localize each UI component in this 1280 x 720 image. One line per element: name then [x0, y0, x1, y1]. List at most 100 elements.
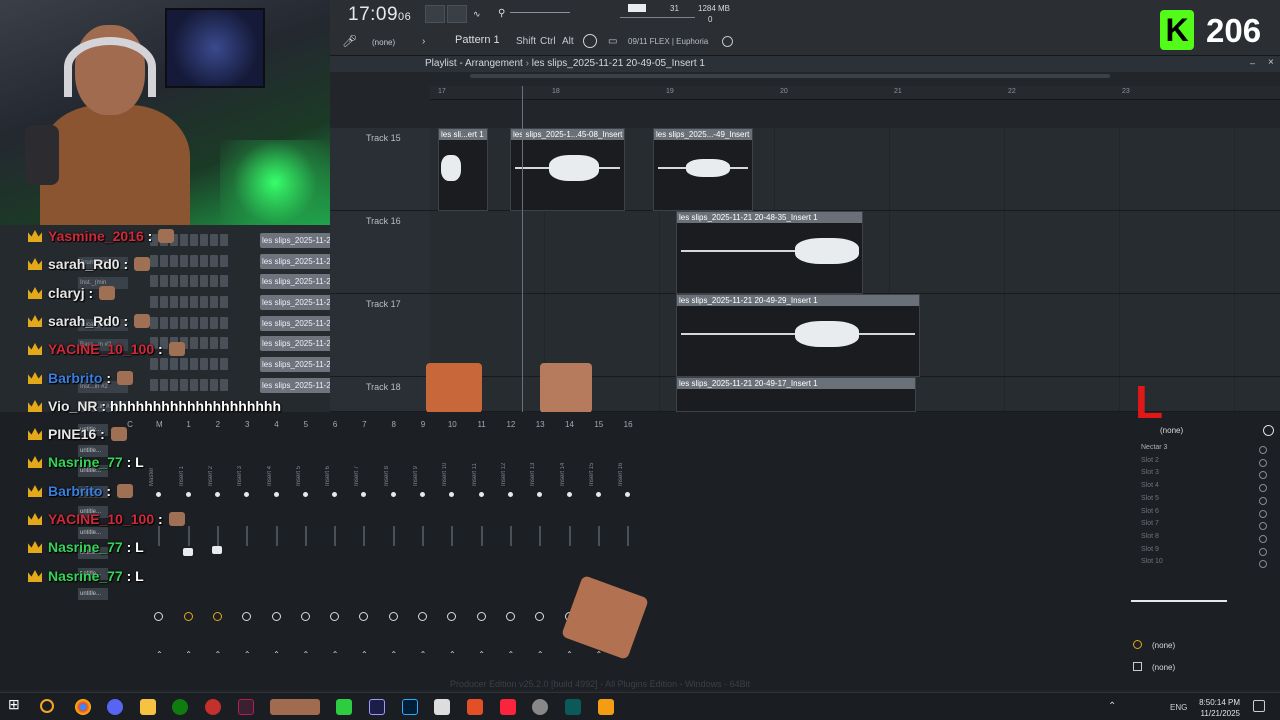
fx-mix-slider[interactable] [1131, 600, 1227, 602]
fx-slot[interactable]: Slot 2 [1133, 457, 1273, 469]
fx-header[interactable]: (none) [1133, 425, 1278, 438]
mixer-led[interactable] [625, 492, 631, 497]
fx-enable-toggle[interactable] [1259, 471, 1267, 480]
close-icon[interactable]: × [1268, 57, 1274, 68]
pattern-mode-toggle[interactable] [447, 5, 467, 23]
mixer-led[interactable] [361, 492, 367, 497]
mixer-led[interactable] [390, 492, 396, 497]
mixer-track-label[interactable]: Insert 14 [560, 450, 580, 486]
fx-enable-toggle[interactable] [1259, 522, 1267, 531]
mixer-fader[interactable] [568, 526, 571, 546]
chrome-icon[interactable] [75, 699, 91, 715]
wave-icon[interactable]: ∿ [473, 9, 481, 20]
route-preset[interactable]: (none) [1133, 662, 1175, 672]
mixer-fader[interactable] [480, 526, 483, 546]
mixer-led[interactable] [420, 492, 425, 497]
fx-slot[interactable]: Slot 3 [1133, 469, 1273, 481]
fx-enable-toggle[interactable] [1259, 509, 1267, 518]
route-arrow-icon[interactable]: ⌃ [359, 650, 369, 659]
play-arrow-icon[interactable]: › [422, 36, 425, 47]
mic-icon[interactable]: 🎤︎ [342, 34, 357, 48]
brave-icon[interactable] [467, 699, 483, 715]
mixer-track-label[interactable]: Insert 15 [589, 450, 609, 486]
shift-key[interactable]: Shift [516, 36, 536, 47]
metronome-icon[interactable]: ⚲ [498, 8, 505, 19]
mixer-fader[interactable] [539, 526, 542, 546]
audio-clip[interactable]: les sli...ert 1 [438, 128, 488, 211]
mixer-track-label[interactable]: Insert 13 [530, 450, 550, 486]
mixer-send-knob[interactable] [447, 612, 457, 621]
chat-username[interactable]: Nasrine_77 [48, 454, 123, 470]
cart-icon[interactable]: ▭ [608, 36, 617, 47]
app-icon[interactable] [270, 699, 320, 715]
app-icon[interactable] [238, 699, 254, 715]
master-volume-slider[interactable] [510, 12, 570, 13]
ctrl-key[interactable]: Ctrl [540, 36, 556, 47]
route-arrow-icon[interactable]: ⌃ [213, 650, 223, 659]
mixer-track-label[interactable]: Insert 11 [472, 450, 492, 486]
mixer-track-label[interactable]: Insert 12 [501, 450, 521, 486]
chat-username[interactable]: Nasrine_77 [48, 539, 123, 555]
mixer-send-knob[interactable] [154, 612, 164, 621]
playlist-titlebar[interactable]: Playlist - Arrangement › les slips_2025-… [330, 56, 1280, 72]
clock-icon[interactable] [1263, 425, 1274, 436]
alt-key[interactable]: Alt [562, 36, 574, 47]
route-arrow-icon[interactable]: ⌃ [565, 650, 575, 659]
chat-username[interactable]: Nasrine_77 [48, 568, 123, 584]
audio-clip[interactable]: les slips_2025-11-21 20-49-29_Insert 1 [676, 294, 920, 377]
mixer-track-label[interactable]: Insert 16 [618, 450, 638, 486]
fx-slot[interactable]: Nectar 3 [1133, 444, 1273, 456]
mixer-fader[interactable] [392, 526, 395, 546]
pattern-selector[interactable]: Pattern 1 [455, 34, 500, 46]
chat-username[interactable]: YACINE_10_100 [48, 341, 154, 357]
chat-username[interactable]: claryj [48, 285, 85, 301]
search-icon[interactable] [40, 699, 54, 713]
track-header[interactable]: Track 17 [330, 294, 430, 377]
route-arrow-icon[interactable]: ⌃ [535, 650, 545, 659]
chat-username[interactable]: Yasmine_2016 [48, 228, 144, 244]
xbox-icon[interactable] [172, 699, 188, 715]
mixer-send-knob[interactable] [418, 612, 427, 621]
audio-clip[interactable]: les slips_2025...-49_Insert 1 [653, 128, 753, 211]
route-arrow-icon[interactable]: ⌃ [301, 650, 311, 659]
fx-slot[interactable]: Slot 5 [1133, 495, 1273, 507]
mixer-fader[interactable] [363, 526, 366, 546]
mixer-fader[interactable] [597, 526, 600, 546]
fx-enable-toggle[interactable] [1259, 484, 1267, 493]
mixer-led[interactable] [566, 492, 572, 497]
mixer-led[interactable] [449, 492, 455, 497]
audio-clip[interactable]: les slips_2025-1...45-08_Insert 1 [510, 128, 625, 211]
pitch-slider[interactable] [620, 17, 695, 18]
mixer-send-knob[interactable] [535, 612, 545, 621]
mixer-send-knob[interactable] [505, 612, 515, 621]
fx-slot[interactable]: Slot 8 [1133, 533, 1273, 545]
fx-slot[interactable]: Slot 4 [1133, 482, 1273, 494]
chat-username[interactable]: Barbrito [48, 370, 102, 386]
chat-username[interactable]: PINE16 [48, 426, 96, 442]
mixer-send-knob[interactable] [359, 612, 369, 621]
folder-icon[interactable] [140, 699, 156, 715]
route-arrow-icon[interactable]: ⌃ [184, 650, 194, 659]
mixer-send-knob[interactable] [212, 612, 222, 621]
track-lane[interactable]: les sli...ert 1 les slips_2025-1...45-08… [430, 128, 1280, 211]
fx-enable-toggle[interactable] [1259, 458, 1267, 467]
fx-enable-toggle[interactable] [1259, 496, 1267, 505]
track-lane[interactable]: les slips_2025-11-21 20-48-35_Insert 1 [430, 211, 1280, 294]
playlist-breadcrumb[interactable]: les slips_2025-11-21 20-49-05_Insert 1 [532, 58, 705, 69]
input-select[interactable]: (none) [372, 38, 395, 47]
fx-slot[interactable]: Slot 7 [1133, 520, 1273, 532]
fx-enable-toggle[interactable] [1259, 547, 1267, 556]
settings-icon[interactable] [532, 699, 548, 715]
fl-studio-icon[interactable] [598, 699, 614, 715]
fx-slot[interactable]: Slot 6 [1133, 508, 1273, 520]
mixer-fader[interactable] [627, 526, 630, 546]
mixer-led[interactable] [595, 492, 601, 497]
mixer-led[interactable] [478, 492, 484, 497]
mixer-send-knob[interactable] [271, 612, 281, 621]
audio-clip[interactable]: les slips_2025-11-21 20-49-17_Insert 1 [676, 377, 916, 412]
discord-icon[interactable] [107, 699, 123, 715]
route-arrow-icon[interactable]: ⌃ [242, 650, 252, 659]
fx-preset[interactable]: (none) [1160, 426, 1183, 435]
fl-icon[interactable] [336, 699, 352, 715]
plugin-news[interactable]: 09/11 FLEX | Euphoria [628, 37, 708, 46]
